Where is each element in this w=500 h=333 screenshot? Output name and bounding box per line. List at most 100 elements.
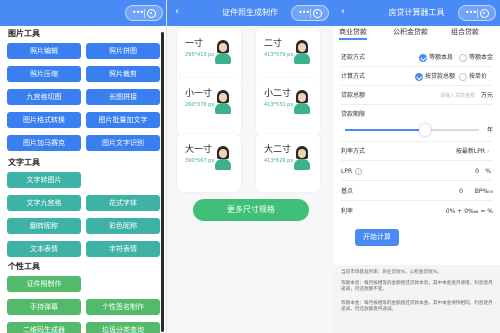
tools-header-bar: •••: [0, 0, 167, 26]
loan-type-tabs: 商业贷款 公积金贷款 组合贷款: [333, 26, 500, 40]
capsule-divider: [477, 9, 478, 18]
id-photo-header-bar: ‹ 证件照生成制作 •••: [167, 0, 333, 26]
size-label: 大一寸: [185, 145, 213, 155]
option-by-unit-price[interactable]: 按单价: [469, 73, 487, 81]
screenshot-root: ••• 图片工具 照片编辑 照片拼图 照片压缩 照片裁剪 九宫格切图 长图拼接 …: [0, 0, 500, 333]
basis-label: 基点: [341, 188, 354, 195]
id-photo-panel: ‹ 证件照生成制作 ••• 一寸 295*413 px 二寸 413*579 p…: [167, 0, 333, 333]
close-target-icon[interactable]: [147, 9, 156, 18]
size-card-small-2inch[interactable]: 小二寸 413*531 px: [256, 78, 320, 136]
person-avatar-icon: [293, 40, 311, 64]
size-pixels: 413*531 px: [264, 102, 294, 108]
lpr-label: LPR: [341, 168, 353, 175]
lpr-unit: %: [485, 168, 491, 175]
btn-photo-collage[interactable]: 照片拼图: [86, 43, 160, 59]
btn-text-emoticon[interactable]: 文本表情: [7, 241, 81, 257]
mortgage-header-bar: ‹ 房贷计算器工具 •••: [333, 0, 500, 26]
divider: [341, 104, 492, 105]
tab-provident[interactable]: 公积金贷款: [393, 28, 428, 37]
btn-long-image-stitch[interactable]: 长图拼接: [86, 89, 160, 105]
rate-method-select[interactable]: 按最新LPR: [423, 148, 485, 156]
mortgage-panel: ‹ 房贷计算器工具 ••• 商业贷款 公积金贷款 组合贷款 还款方式 等额本息 …: [333, 0, 500, 333]
btn-text-grid[interactable]: 文字九宫格: [7, 195, 81, 211]
size-pixels: 413*626 px: [264, 158, 294, 164]
radio-equal-principal[interactable]: [459, 54, 467, 62]
active-tab-indicator: [339, 38, 367, 40]
btn-qrcode[interactable]: 二维码生成器: [7, 322, 81, 333]
note-base-rate: 当前市场基准利率：商业贷款%，公积金贷款%。: [341, 270, 442, 275]
size-pixels: 390*567 px: [185, 158, 215, 164]
option-equal-installment[interactable]: 等额本息: [429, 54, 453, 62]
note-equal-principal: 等额本金：每月按相等的金额偿还贷款本金，其中本金保持相同，利息逐月递减，月还款额…: [341, 301, 493, 312]
size-pixels: 413*579 px: [264, 52, 294, 58]
capsule-divider: [310, 9, 311, 18]
btn-image-format[interactable]: 图片格式转换: [7, 112, 81, 128]
size-label: 二寸: [264, 39, 283, 49]
radio-by-unit-price[interactable]: [459, 73, 467, 81]
btn-fancy-font[interactable]: 花式字体: [86, 195, 160, 211]
rate-value: 0% + 0‱ = %: [445, 208, 493, 215]
btn-color-nickname[interactable]: 彩色昵称: [86, 218, 160, 234]
start-calculate-button[interactable]: 开始计算: [355, 229, 399, 246]
btn-id-photo[interactable]: 证件照制作: [7, 276, 81, 292]
capsule-menu[interactable]: •••: [458, 5, 496, 21]
loan-term-unit: 年: [486, 127, 493, 134]
divider: [341, 180, 492, 181]
basis-value[interactable]: 0: [441, 188, 463, 196]
scrollbar-thumb[interactable]: [161, 32, 164, 332]
lpr-value[interactable]: 0: [453, 168, 479, 176]
info-icon[interactable]: i: [355, 168, 362, 175]
more-dots-icon[interactable]: •••: [298, 8, 310, 18]
capsule-divider: [144, 9, 145, 18]
size-card-large-2inch[interactable]: 大二寸 413*626 px: [256, 134, 320, 192]
btn-photo-edit[interactable]: 照片编辑: [7, 43, 81, 59]
person-avatar-icon: [293, 90, 311, 114]
btn-flip-nickname[interactable]: 翻转昵称: [7, 218, 81, 234]
close-target-icon[interactable]: [480, 9, 489, 18]
divider: [341, 200, 492, 201]
calc-method-label: 计算方式: [341, 73, 366, 80]
size-card-small-1inch[interactable]: 小一寸 260*378 px: [177, 78, 241, 136]
btn-ocr[interactable]: 图片文字识别: [86, 135, 160, 151]
notes-box: 当前市场基准利率：商业贷款%，公积金贷款%。 等额本息：每月按相等的金额偿还贷款…: [333, 265, 500, 333]
btn-grid-cut[interactable]: 九宫格切图: [7, 89, 81, 105]
btn-signature[interactable]: 个性签名制作: [86, 299, 160, 315]
btn-text-to-image[interactable]: 文字转图片: [7, 172, 81, 188]
section-title-image-tools: 图片工具: [8, 29, 40, 38]
more-dots-icon[interactable]: •••: [465, 8, 477, 18]
btn-handheld-barrage[interactable]: 手持弹幕: [7, 299, 81, 315]
radio-by-total[interactable]: [415, 73, 423, 81]
person-avatar-icon: [214, 40, 232, 64]
radio-equal-installment[interactable]: [419, 54, 427, 62]
rate-label: 利率: [341, 208, 354, 215]
more-sizes-button[interactable]: 更多尺寸规格: [193, 199, 309, 221]
loan-term-label: 贷款期限: [341, 111, 366, 118]
section-title-text-tools: 文字工具: [8, 158, 40, 167]
btn-garbage-sort[interactable]: 垃圾分类查询: [86, 322, 160, 333]
loan-term-slider-knob[interactable]: [419, 124, 431, 136]
option-equal-principal[interactable]: 等额本金: [469, 54, 493, 62]
loan-total-input[interactable]: 请输入贷款金额: [417, 92, 475, 100]
btn-photo-compress[interactable]: 照片压缩: [7, 66, 81, 82]
capsule-menu[interactable]: •••: [125, 5, 163, 21]
person-avatar-icon: [214, 146, 232, 170]
close-target-icon[interactable]: [313, 9, 322, 18]
capsule-menu[interactable]: •••: [291, 5, 329, 21]
tab-combined[interactable]: 组合贷款: [451, 28, 479, 37]
btn-char-emoticon[interactable]: 字符表情: [86, 241, 160, 257]
size-label: 小一寸: [185, 89, 213, 99]
btn-mosaic[interactable]: 图片加马赛克: [7, 135, 81, 151]
size-pixels: 295*413 px: [185, 52, 215, 58]
note-equal-installment: 等额本息：每月按相等的金额偿还贷款本息，其中本金逐月递增，利息逐月递减，月还款额…: [341, 281, 493, 292]
more-dots-icon[interactable]: •••: [132, 8, 144, 18]
tab-commercial[interactable]: 商业贷款: [339, 28, 367, 37]
btn-batch-text[interactable]: 图片批量加文字: [86, 112, 160, 128]
divider: [341, 66, 492, 67]
chevron-right-icon: ›: [487, 148, 490, 155]
size-card-large-1inch[interactable]: 大一寸 390*567 px: [177, 134, 241, 192]
btn-photo-crop[interactable]: 照片裁剪: [86, 66, 160, 82]
size-pixels: 260*378 px: [185, 102, 215, 108]
divider: [341, 85, 492, 86]
option-by-total[interactable]: 按贷款总额: [425, 73, 455, 81]
size-label: 小二寸: [264, 89, 292, 99]
